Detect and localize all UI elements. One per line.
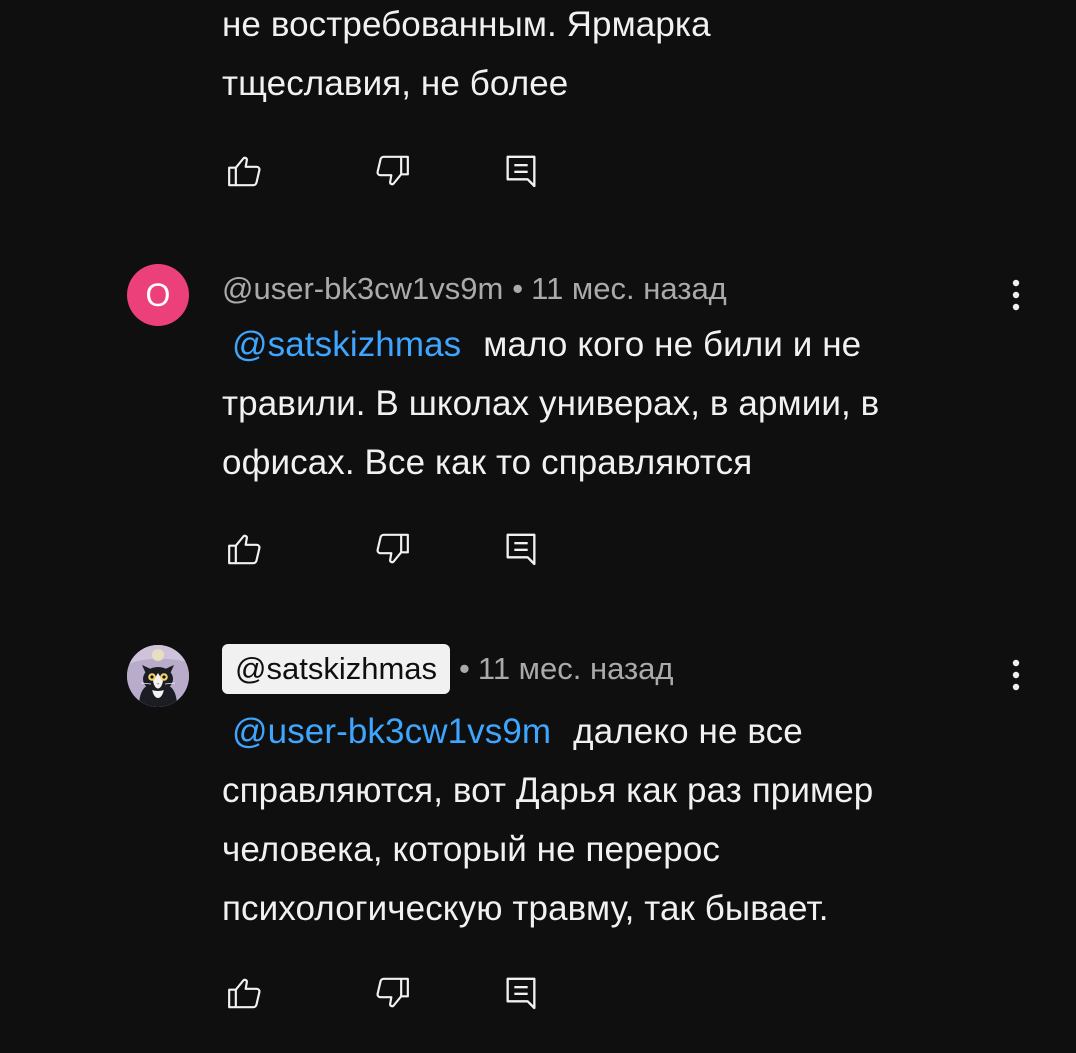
like-button[interactable] [222,526,268,572]
separator: • [459,651,470,686]
thumb-up-icon [228,978,261,1009]
dislike-button[interactable] [369,526,415,572]
comment-line: офисах. Все как то справляются [222,443,753,482]
dislike-button[interactable] [369,148,415,194]
timestamp[interactable]: 11 мес. назад [531,271,727,307]
cat-avatar-icon [127,645,189,707]
author-name[interactable]: @user-bk3cw1vs9m [222,271,503,307]
comment-line: человека, который не перерос [222,830,720,869]
comment-line: не востребованным. Ярмарка [222,5,711,44]
avatar-letter: О [145,277,171,313]
comment-menu-button[interactable] [995,650,1037,700]
comment-menu-button[interactable] [995,270,1037,320]
reply-button[interactable] [498,148,544,194]
reply-button[interactable] [498,526,544,572]
reply-button[interactable] [498,970,544,1016]
comment-line: тщеславия, не более [222,64,569,103]
comment-line: психологическую травму, так бывает. [222,889,829,928]
thumb-down-icon [376,533,409,564]
thumb-up-icon [228,156,261,187]
separator: • [512,271,524,306]
avatar[interactable] [127,645,189,707]
comment-header: @satskizhmas • 11 мес. назад [222,644,674,694]
comment-line: травили. В школах универах, в армии, в [222,384,880,423]
comment-text: не востребованным. Ярмарка тщеславия, не… [222,0,1012,113]
comment-text: @satskizhmas мало кого не били и не трави… [222,315,1012,492]
comment-line: мало кого не били и не [483,325,862,364]
thumb-down-icon [376,155,409,186]
comment-line: далеко не все [573,712,803,751]
thumb-up-icon [228,534,261,565]
comment-text: @user-bk3cw1vs9m далеко не все справляютс… [222,702,1012,938]
reply-comment-icon [506,977,536,1010]
like-button[interactable] [222,148,268,194]
thumb-down-icon [376,977,409,1008]
avatar[interactable]: О [127,264,189,326]
reply-comment-icon [506,155,536,188]
comment-header: @user-bk3cw1vs9m • 11 мес. назад [222,267,727,311]
like-button[interactable] [222,970,268,1016]
dislike-button[interactable] [369,970,415,1016]
comment-line: справляются, вот Дарья как раз пример [222,771,874,810]
more-vertical-icon [1012,659,1020,691]
mention-link[interactable]: @satskizhmas [222,325,483,364]
author-name-chip[interactable]: @satskizhmas [222,644,451,694]
mention-link[interactable]: @user-bk3cw1vs9m [222,712,573,751]
reply-comment-icon [506,533,536,566]
timestamp[interactable]: 11 мес. назад [478,651,674,687]
more-vertical-icon [1012,279,1020,311]
